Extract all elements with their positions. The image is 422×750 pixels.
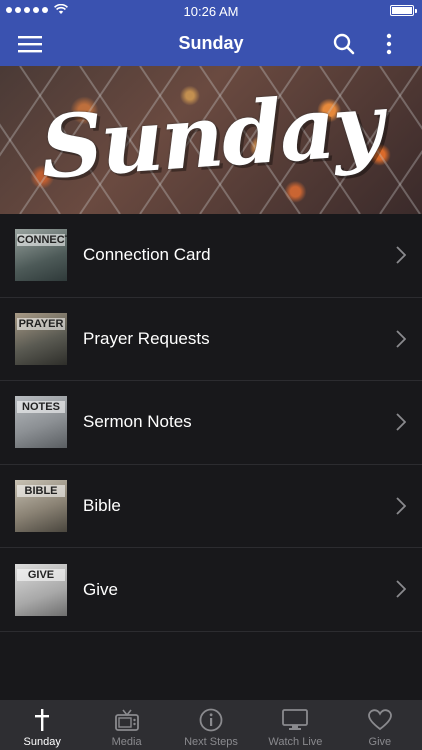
navigation-bar: Sunday [0,22,422,66]
chevron-right-icon [396,246,406,264]
list-item-label: Connection Card [83,245,211,265]
sermon-notes-thumbnail: NOTES [15,396,67,449]
bible-thumbnail: BIBLE [15,480,67,533]
more-vertical-icon [386,33,392,55]
tab-media[interactable]: Media [84,700,168,750]
list-item-label: Sermon Notes [83,412,192,432]
tab-watch-live[interactable]: Watch Live [253,700,337,750]
search-button[interactable] [328,28,360,60]
connection-card-thumbnail: CONNECT [15,229,67,282]
list-item-connection-card[interactable]: CONNECT Connection Card [0,214,422,298]
status-bar: 10:26 AM [0,0,422,22]
monitor-icon [282,709,309,730]
chevron-right-icon [396,580,406,599]
give-thumbnail: GIVE [15,563,67,616]
status-time: 10:26 AM [183,4,239,19]
tab-give[interactable]: Give [338,700,422,750]
cross-icon [35,709,50,731]
list-item-sermon-notes[interactable]: NOTES Sermon Notes [0,381,422,465]
tab-bar: Sunday Media Next Steps Watch Live Give [0,700,422,750]
tab-label: Watch Live [268,736,323,748]
list-item-bible[interactable]: BIBLE Bible [0,465,422,549]
search-icon [333,33,355,55]
tab-sunday[interactable]: Sunday [0,700,84,750]
list-item-label: Prayer Requests [83,328,210,348]
chevron-right-icon [396,413,406,431]
list-item-give[interactable]: GIVE Give [0,548,422,632]
list-item-label: Bible [83,496,121,516]
tab-label: Media [111,736,142,748]
tab-label: Give [368,736,392,748]
info-icon [199,708,223,732]
heart-icon [367,709,392,731]
battery-icon [390,5,417,16]
tab-label: Sunday [23,736,61,748]
chevron-right-icon [396,329,406,348]
prayer-requests-thumbnail: PRAYER [15,312,67,365]
tv-icon [114,709,139,731]
hero-banner: Sunday [0,66,422,214]
tab-next-steps[interactable]: Next Steps [169,700,253,750]
more-options-button[interactable] [373,28,405,60]
list-item-label: Give [83,579,118,599]
sunday-menu-list: CONNECT Connection Card PRAYER Prayer Re… [0,214,422,632]
chevron-right-icon [396,497,406,515]
tab-label: Next Steps [184,736,238,748]
list-item-prayer-requests[interactable]: PRAYER Prayer Requests [0,298,422,382]
